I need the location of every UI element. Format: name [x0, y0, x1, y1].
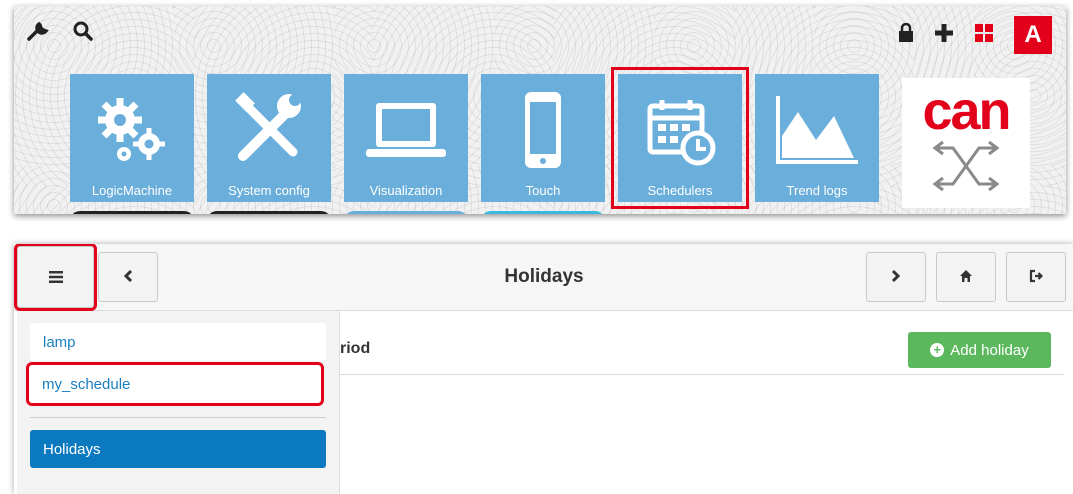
- tile-label: Visualization: [369, 183, 443, 198]
- tile-system-config[interactable]: System config: [207, 74, 331, 202]
- sidebar-item-holidays[interactable]: Holidays: [30, 430, 326, 468]
- logout-button[interactable]: [1006, 252, 1066, 302]
- calendar-clock-icon: [642, 90, 718, 170]
- wrench-icon[interactable]: [26, 20, 50, 47]
- laptop-icon: [364, 90, 448, 170]
- tile-logicmachine[interactable]: LogicMachine: [70, 74, 194, 202]
- avatar[interactable]: A: [1014, 16, 1052, 54]
- tools-icon: [231, 90, 307, 170]
- partial-tile[interactable]: [207, 211, 331, 214]
- partial-tile[interactable]: [70, 211, 194, 214]
- chevron-right-icon: [891, 267, 901, 288]
- partial-tile[interactable]: [481, 211, 605, 214]
- holidays-panel: Holidays lamp my_schedule Holidays riod …: [14, 244, 1073, 494]
- tile-label: System config: [228, 183, 310, 198]
- add-holiday-label: Add holiday: [950, 341, 1029, 359]
- sidebar-item-my-schedule[interactable]: my_schedule: [26, 362, 324, 406]
- sidebar-divider: [30, 417, 326, 418]
- phone-icon: [521, 90, 565, 170]
- search-icon[interactable]: [72, 20, 94, 47]
- partial-tile: [755, 211, 879, 214]
- top-left-toolbar: [26, 20, 94, 47]
- launcher-panel: A LogicMachine System config Visualizati…: [14, 6, 1066, 214]
- logout-icon: [1029, 267, 1044, 288]
- home-icon: [959, 267, 973, 288]
- tile-label: LogicMachine: [91, 183, 173, 198]
- forward-button[interactable]: [866, 252, 926, 302]
- sidebar-item-lamp[interactable]: lamp: [30, 323, 326, 361]
- crossed-arrows-icon: [932, 140, 1000, 192]
- gears-icon: [94, 90, 170, 170]
- app-tiles: LogicMachine System config Visualization…: [70, 67, 879, 209]
- tile-visualization[interactable]: Visualization: [344, 74, 468, 202]
- plus-circle-icon: +: [930, 343, 945, 357]
- tile-label: Schedulers: [647, 183, 713, 198]
- area-chart-icon: [774, 90, 860, 170]
- add-holiday-button[interactable]: + Add holiday: [908, 332, 1051, 368]
- plus-icon[interactable]: [934, 23, 954, 48]
- partial-tile[interactable]: [344, 211, 468, 214]
- more-tiles-row: [70, 211, 879, 214]
- tile-label: Trend logs: [786, 183, 848, 198]
- column-header: riod: [340, 340, 371, 357]
- partial-tile: [618, 211, 742, 214]
- tile-touch[interactable]: Touch: [481, 74, 605, 202]
- lock-icon[interactable]: [898, 22, 914, 48]
- tile-label: Touch: [525, 183, 561, 198]
- header-divider: [340, 374, 1064, 375]
- logo-text: can: [922, 81, 1011, 141]
- grid-icon[interactable]: [974, 23, 994, 48]
- navbar: Holidays: [14, 244, 1073, 311]
- home-button[interactable]: [936, 252, 996, 302]
- can-logo: can: [902, 78, 1030, 208]
- tile-trend-logs[interactable]: Trend logs: [755, 74, 879, 202]
- tile-schedulers[interactable]: Schedulers: [611, 67, 749, 209]
- top-right-toolbar: A: [898, 16, 1052, 54]
- sidebar: lamp my_schedule Holidays: [17, 311, 340, 494]
